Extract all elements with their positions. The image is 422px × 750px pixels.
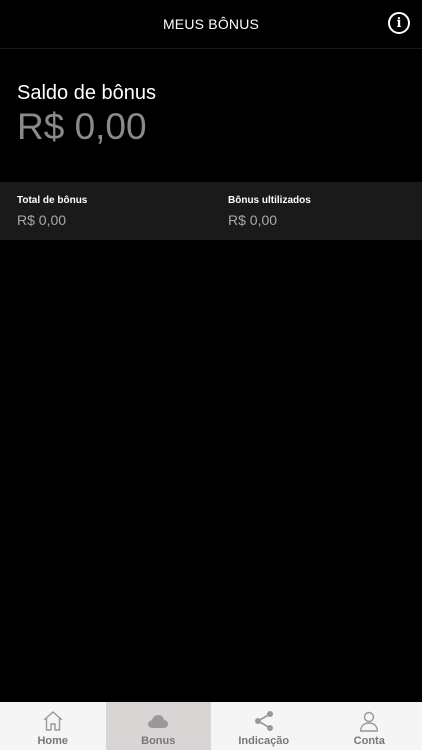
- bottom-tab-bar: Home Bonus Indicação Conta: [0, 702, 422, 750]
- tab-conta-label: Conta: [353, 735, 385, 747]
- tab-indicacao-label: Indicação: [238, 735, 290, 747]
- page-title: MEUS BÔNUS: [162, 16, 260, 32]
- bonus-summary: Total de bônus R$ 0,00 Bônus ultilizados…: [0, 182, 422, 240]
- tab-indicacao[interactable]: Indicação: [211, 702, 317, 750]
- top-bar: MEUS BÔNUS i: [0, 0, 422, 49]
- tab-home-label: Home: [37, 735, 69, 747]
- user-icon: [360, 711, 379, 732]
- tab-bonus-label: Bonus: [141, 735, 176, 747]
- tab-bonus[interactable]: Bonus: [105, 702, 211, 750]
- tab-conta[interactable]: Conta: [317, 702, 422, 750]
- share-icon: [254, 711, 273, 731]
- total-bonus-label: Total de bônus: [17, 195, 88, 206]
- cloud-icon: [148, 715, 169, 728]
- used-bonus-label: Bônus ultilizados: [228, 195, 311, 206]
- balance-value: R$ 0,00: [17, 106, 147, 147]
- home-icon: [43, 711, 63, 731]
- total-bonus-value: R$ 0,00: [17, 212, 67, 228]
- info-icon[interactable]: i: [388, 12, 410, 34]
- balance-label: Saldo de bônus: [17, 82, 157, 104]
- tab-home[interactable]: Home: [0, 702, 106, 750]
- used-bonus-value: R$ 0,00: [228, 212, 278, 228]
